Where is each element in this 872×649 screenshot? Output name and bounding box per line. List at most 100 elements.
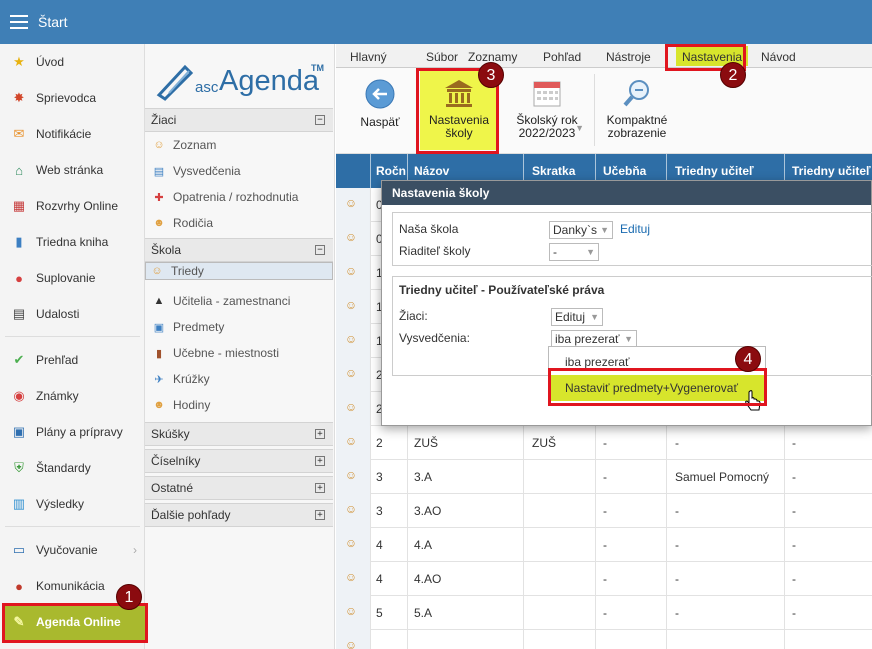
group-dalsie-pohlady[interactable]: Ďalšie pohľady + (145, 503, 333, 527)
reports-rights-label: Vysvedčenia: (399, 331, 470, 345)
graduation-cap-icon: ▲ (153, 295, 165, 307)
cell-divider (370, 290, 371, 324)
group-ziaci[interactable]: Žiaci − (145, 108, 333, 132)
menu-subor[interactable]: Súbor (426, 50, 458, 64)
cell-divider (666, 494, 667, 528)
table-cell: - (675, 572, 679, 586)
class-row-icon[interactable]: ☺ (342, 638, 360, 649)
class-row-icon[interactable]: ☺ (342, 570, 360, 588)
table-cell: - (792, 504, 796, 518)
class-row-icon[interactable]: ☺ (342, 502, 360, 520)
class-row-icon[interactable]: ☺ (342, 366, 360, 384)
menu-hlavny[interactable]: Hlavný (350, 50, 387, 64)
class-row-icon[interactable]: ☺ (342, 298, 360, 316)
nav-item-znamky[interactable]: ◉ Známky (0, 378, 145, 414)
collapse-icon[interactable]: − (315, 115, 325, 125)
collapse-icon[interactable]: − (315, 245, 325, 255)
group-ostatne[interactable]: Ostatné + (145, 476, 333, 500)
sub-item-opatrenia[interactable]: ✚ Opatrenia / rozhodnutia (145, 184, 333, 210)
sub-item-ucitelia[interactable]: ▲ Učitelia - zamestnanci (145, 288, 333, 314)
menu-navod[interactable]: Návod (761, 50, 796, 64)
sub-item-vysvedcenia[interactable]: ▤ Vysvedčenia (145, 158, 333, 184)
cell-divider (784, 596, 785, 630)
table-row[interactable]: ☺ 5 5.A - - - (336, 596, 872, 630)
expand-icon[interactable]: + (315, 456, 325, 466)
sub-item-kruzky[interactable]: ✈ Krúžky (145, 366, 333, 392)
class-row-icon[interactable]: ☺ (342, 264, 360, 282)
substitute-icon: ● (15, 270, 23, 286)
sub-item-triedy[interactable]: ☺ Triedy (145, 262, 333, 280)
nav-divider (5, 336, 140, 337)
nav-item-notifikacie[interactable]: ✉ Notifikácie (0, 116, 145, 152)
class-row-icon[interactable]: ☺ (342, 230, 360, 248)
table-cell: - (603, 470, 607, 484)
back-button[interactable]: Naspäť (356, 78, 404, 129)
cell-divider (370, 562, 371, 596)
table-row[interactable]: ☺ 4 4.A - - - (336, 528, 872, 562)
nav-item-sprievodca[interactable]: ✸ Sprievodca (0, 80, 145, 116)
nav-item-plany[interactable]: ▣ Plány a prípravy (0, 414, 145, 450)
table-row[interactable]: ☺ 4 4.AO - - - (336, 562, 872, 596)
class-row-icon[interactable]: ☺ (342, 400, 360, 418)
expand-icon[interactable]: + (315, 510, 325, 520)
nav-item-vyucovanie[interactable]: ▭ Vyučovanie › (0, 532, 145, 568)
our-school-select[interactable]: Danky`s ▼ (549, 221, 613, 239)
sub-item-predmety[interactable]: ▣ Predmety (145, 314, 333, 340)
our-school-label: Naša škola (399, 222, 459, 236)
class-row-icon[interactable]: ☺ (342, 468, 360, 486)
nav-item-vysledky[interactable]: ▥ Výsledky (0, 486, 145, 522)
group-skusky[interactable]: Skúšky + (145, 422, 333, 446)
table-row[interactable]: ☺ 3 3.AO - - - (336, 494, 872, 528)
nav-item-udalosti[interactable]: ▤ Udalosti (0, 296, 145, 332)
col-rocnik[interactable]: Ročn (376, 164, 406, 178)
cell-divider (370, 528, 371, 562)
table-row[interactable]: ☺ 2 ZUŠ ZUŠ - - - (336, 426, 872, 460)
students-rights-select[interactable]: Edituj ▼ (551, 308, 603, 326)
edit-school-link[interactable]: Edituj (620, 222, 650, 236)
col-skratka[interactable]: Skratka (532, 164, 575, 178)
class-row-icon[interactable]: ☺ (342, 434, 360, 452)
table-cell: 4.AO (414, 572, 442, 586)
app-title[interactable]: Štart (38, 14, 68, 30)
sub-item-rodicia[interactable]: ☻ Rodičia (145, 210, 333, 236)
nav-item-web[interactable]: ⌂ Web stránka (0, 152, 145, 188)
sub-item-hodiny[interactable]: ☻ Hodiny (145, 392, 333, 418)
col-triedny-ucitel-2[interactable]: Triedny učiteľ (792, 164, 871, 178)
nav-item-triedna-kniha[interactable]: ▮ Triedna kniha (0, 224, 145, 260)
table-cell: - (603, 504, 607, 518)
cell-divider (595, 426, 596, 460)
nav-item-suplovanie[interactable]: ● Suplovanie (0, 260, 145, 296)
group-ciselniky[interactable]: Číselníky + (145, 449, 333, 473)
cell-divider (666, 596, 667, 630)
class-row-icon[interactable]: ☺ (342, 604, 360, 622)
nav-item-standardy[interactable]: ⛨ Štandardy (0, 450, 145, 486)
col-triedny-ucitel[interactable]: Triedny učiteľ (675, 164, 754, 178)
group-skola[interactable]: Škola − (145, 238, 333, 262)
hamburger-menu-icon[interactable] (10, 15, 28, 29)
sub-item-zoznam[interactable]: ☺ Zoznam (145, 132, 333, 158)
school-year-button[interactable]: Školský rok 2022/2023 ▼ (508, 78, 586, 140)
expand-icon[interactable]: + (315, 429, 325, 439)
book-icon: ▮ (15, 234, 23, 249)
class-row-icon[interactable]: ☺ (342, 196, 360, 214)
menu-pohlad[interactable]: Pohľad (543, 50, 581, 64)
cell-divider (666, 562, 667, 596)
sub-item-ucebne[interactable]: ▮ Učebne - miestnosti (145, 340, 333, 366)
class-row-icon[interactable]: ☺ (342, 536, 360, 554)
asc-agenda-logo: asc Agenda TM (155, 59, 330, 104)
col-nazov[interactable]: Názov (414, 164, 449, 178)
expand-icon[interactable]: + (315, 483, 325, 493)
table-row[interactable]: ☺ (336, 630, 872, 649)
table-row[interactable]: ☺ 3 3.A - Samuel Pomocný - (336, 460, 872, 494)
compact-view-button[interactable]: Kompaktné zobrazenie (600, 78, 674, 140)
nav-item-rozvrhy[interactable]: ▦ Rozvrhy Online (0, 188, 145, 224)
table-cell: - (675, 538, 679, 552)
table-cell: 5 (376, 606, 383, 620)
principal-select[interactable]: - ▼ (549, 243, 599, 261)
chevron-down-icon: ▼ (590, 312, 599, 322)
nav-item-uvod[interactable]: ★ Úvod (0, 44, 145, 80)
col-ucebna[interactable]: Učebňa (603, 164, 646, 178)
nav-item-prehlad[interactable]: ✔ Prehľad (0, 342, 145, 378)
class-row-icon[interactable]: ☺ (342, 332, 360, 350)
menu-nastroje[interactable]: Nástroje (606, 50, 651, 64)
